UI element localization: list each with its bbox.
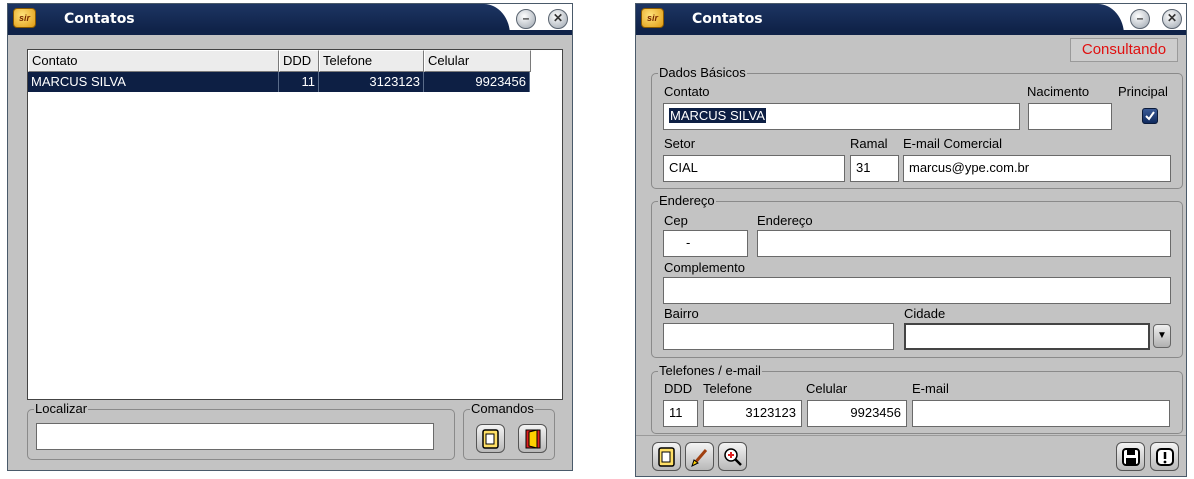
alert-button[interactable] (1150, 442, 1179, 471)
bottom-toolbar (636, 435, 1186, 476)
email-label: E-mail (912, 381, 949, 396)
window-title: Contatos (692, 11, 763, 27)
minimize-button[interactable]: – (516, 9, 536, 29)
app-logo-icon: sir (13, 8, 36, 28)
phones-label: Telefones / e-mail (659, 363, 761, 378)
contato-field[interactable]: MARCUS SILVA (663, 103, 1020, 130)
telefone-field[interactable]: 3123123 (703, 400, 802, 427)
search-zoom-icon (724, 448, 742, 466)
search-group-label: Localizar (35, 401, 88, 416)
app-logo-icon: sir (641, 8, 664, 28)
cell-contato: MARCUS SILVA (28, 72, 279, 92)
principal-label: Principal (1118, 84, 1168, 99)
complemento-label: Complemento (664, 260, 745, 275)
contacts-grid[interactable]: Contato DDD Telefone Celular MARCUS SILV… (27, 49, 563, 400)
column-header-telefone[interactable]: Telefone (319, 50, 424, 72)
new-button[interactable] (476, 424, 505, 453)
setor-label: Setor (664, 136, 696, 151)
new-document-icon (482, 429, 499, 449)
search-button[interactable] (718, 442, 747, 471)
cell-celular: 9923456 (424, 72, 530, 92)
complemento-field[interactable] (663, 277, 1171, 304)
minimize-button[interactable]: – (1130, 9, 1150, 29)
new-document-icon (658, 447, 675, 467)
nascimento-field[interactable] (1028, 103, 1112, 130)
exit-button[interactable] (518, 424, 547, 453)
save-button[interactable] (1116, 442, 1145, 471)
column-header-ddd[interactable]: DDD (279, 50, 319, 72)
save-disk-icon (1122, 448, 1140, 466)
contato-value: MARCUS SILVA (669, 108, 766, 123)
column-header-celular[interactable]: Celular (424, 50, 531, 72)
check-icon (1145, 111, 1155, 121)
cep-label: Cep (664, 213, 688, 228)
edit-button[interactable] (685, 442, 714, 471)
contacts-list-window: sir Contatos – ✕ Contato DDD Telefone Ce… (7, 3, 573, 471)
edit-brush-icon (691, 449, 708, 467)
bairro-label: Bairro (664, 306, 699, 321)
cidade-dropdown-button[interactable]: ▼ (1153, 324, 1171, 348)
basic-data-label: Dados Básicos (659, 65, 746, 80)
cell-ddd: 11 (279, 72, 319, 92)
exit-door-icon (525, 429, 541, 449)
alert-icon (1156, 448, 1174, 466)
email-comercial-field[interactable]: marcus@ype.com.br (903, 155, 1171, 182)
search-input[interactable] (36, 423, 434, 450)
commands-group-label: Comandos (471, 401, 534, 416)
ddd-label: DDD (664, 381, 693, 396)
status-badge: Consultando (1070, 38, 1178, 62)
title-bar[interactable]: sir Contatos – ✕ (636, 4, 1186, 35)
contato-label: Contato (664, 84, 710, 99)
cell-telefone: 3123123 (319, 72, 424, 92)
title-bar[interactable]: sir Contatos – ✕ (8, 4, 572, 35)
ddd-field[interactable]: 11 (663, 400, 698, 427)
grid-header: Contato DDD Telefone Celular (28, 50, 531, 72)
chevron-down-icon: ▼ (1157, 330, 1167, 341)
contact-detail-window: sir Contatos – ✕ Consultando Dados Básic… (635, 3, 1187, 477)
ramal-field[interactable]: 31 (850, 155, 899, 182)
address-label: Endereço (659, 193, 715, 208)
window-title: Contatos (64, 11, 135, 27)
email-field[interactable] (912, 400, 1170, 427)
celular-label: Celular (806, 381, 848, 396)
nascimento-label: Nacimento (1027, 84, 1090, 99)
setor-field[interactable]: CIAL (663, 155, 845, 182)
endereco-field[interactable] (757, 230, 1171, 257)
close-button[interactable]: ✕ (548, 9, 568, 29)
telefone-label: Telefone (703, 381, 753, 396)
column-header-contato[interactable]: Contato (28, 50, 279, 72)
cidade-select[interactable] (904, 323, 1150, 350)
table-row[interactable]: MARCUS SILVA 11 3123123 9923456 (28, 72, 530, 92)
celular-field[interactable]: 9923456 (807, 400, 907, 427)
bairro-field[interactable] (663, 323, 894, 350)
endereco-label: Endereço (757, 213, 813, 228)
ramal-label: Ramal (850, 136, 888, 151)
cep-field[interactable]: - (663, 230, 748, 257)
principal-checkbox[interactable] (1142, 108, 1158, 124)
close-button[interactable]: ✕ (1162, 9, 1182, 29)
new-button[interactable] (652, 442, 681, 471)
email-comercial-label: E-mail Comercial (903, 136, 1002, 151)
cidade-label: Cidade (904, 306, 946, 321)
